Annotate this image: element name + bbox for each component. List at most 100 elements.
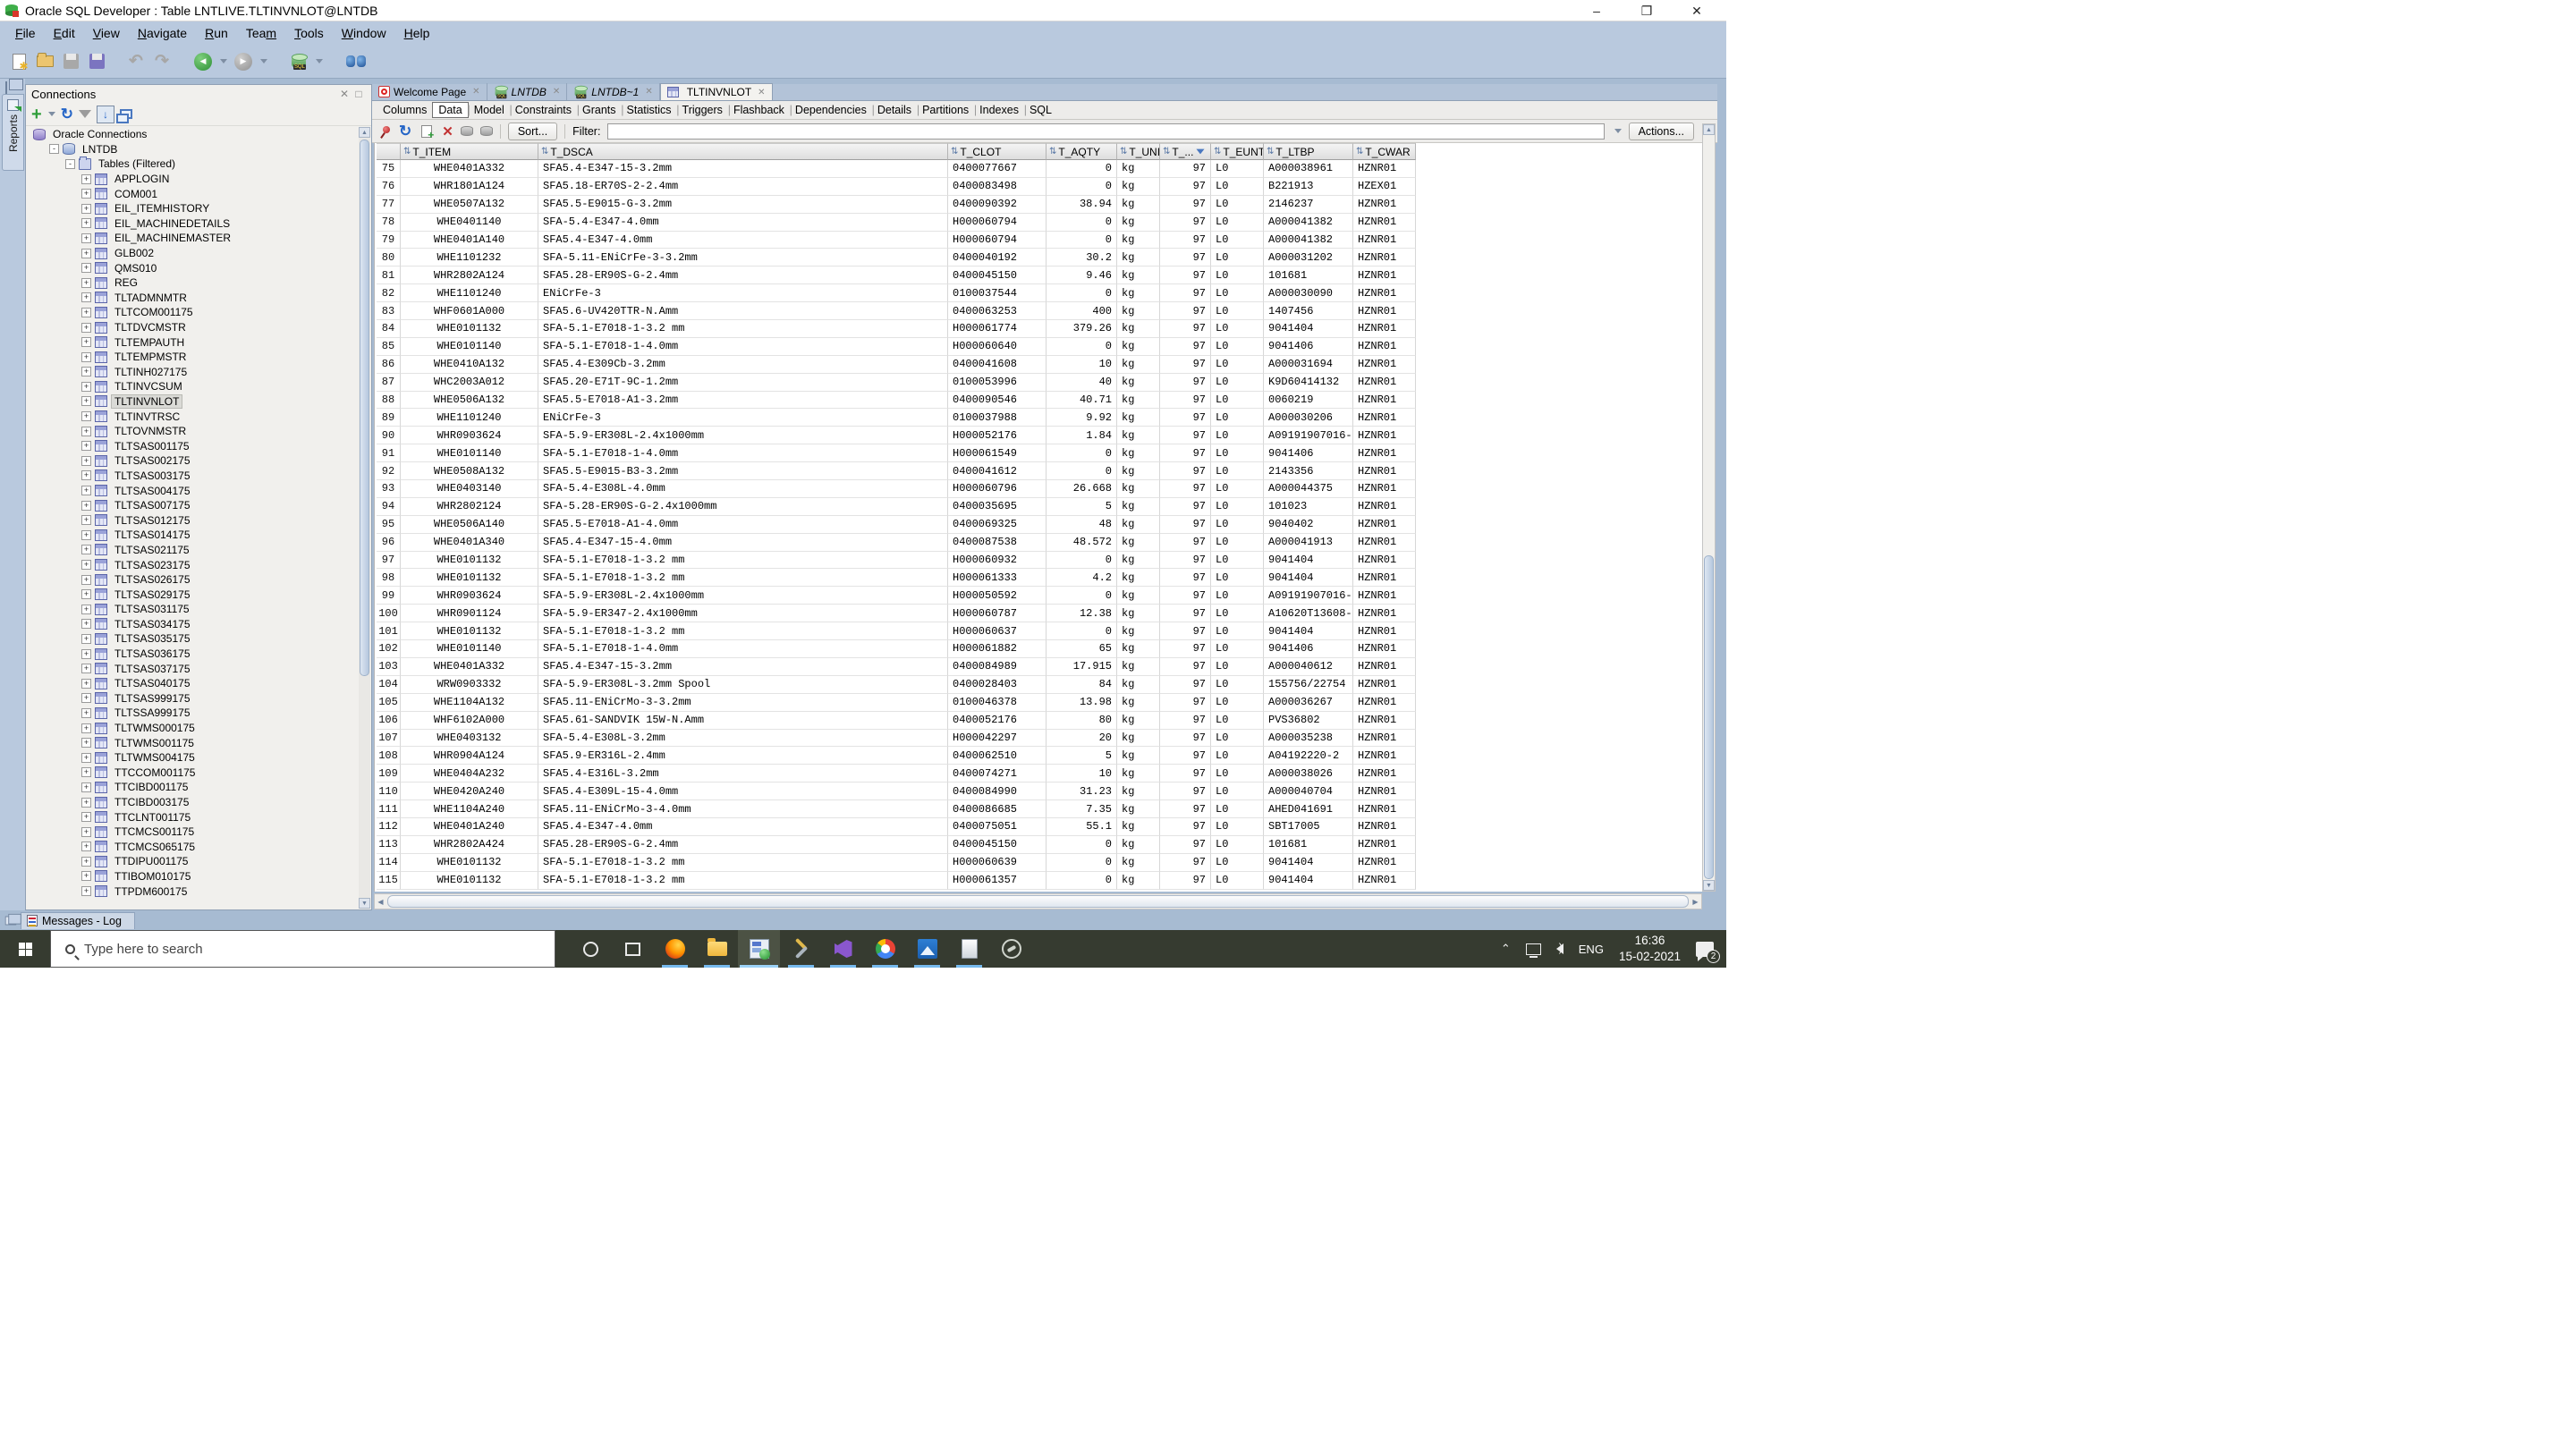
tree-expand-icon[interactable]: + [81,723,91,733]
tree-expand-icon[interactable]: + [81,857,91,867]
grid-cell[interactable]: 0400086685 [948,800,1046,818]
grid-cell[interactable]: SFA5.4-E347-15-3.2mm [538,658,948,676]
tree-item-tltinvcsum[interactable]: +TLTINVCSUM [26,379,359,394]
new-connection-icon[interactable]: + [31,106,42,123]
subtab-details[interactable]: Details [872,103,917,117]
grid-cell[interactable]: L0 [1211,640,1264,658]
redo-icon[interactable]: ↷ [152,52,172,72]
grid-cell[interactable]: kg [1117,498,1160,516]
tree-item-ttpdm600175[interactable]: +TTPDM600175 [26,884,359,899]
grid-cell[interactable]: WHE1104A132 [401,694,538,712]
grid-cell[interactable]: H000060787 [948,605,1046,622]
tree-expand-icon[interactable]: + [81,708,91,718]
taskbar-task-view-icon[interactable] [612,930,654,968]
grid-cell[interactable]: SFA-5.1-E7018-1-3.2 mm [538,320,948,338]
grid-cell[interactable]: SFA-5.1-E7018-1-3.2 mm [538,622,948,640]
grid-cell[interactable]: 97 [1160,196,1211,214]
tree-item-tltadmnmtr[interactable]: +TLTADMNMTR [26,291,359,306]
row-number[interactable]: 78 [377,214,401,232]
tree-expand-icon[interactable]: + [81,589,91,599]
tree-item-ttcmcs001175[interactable]: +TTCMCS001175 [26,825,359,840]
menu-file[interactable]: File [7,24,44,42]
grid-cell[interactable]: kg [1117,658,1160,676]
tree-expand-icon[interactable]: + [81,441,91,451]
grid-cell[interactable]: WHE0420A240 [401,782,538,800]
grid-cell[interactable]: L0 [1211,409,1264,427]
tree-expand-icon[interactable]: + [81,679,91,689]
grid-cell[interactable]: HZNR01 [1353,818,1416,836]
grid-cell[interactable]: kg [1117,338,1160,356]
row-number[interactable]: 110 [377,782,401,800]
sort-arrows-icon[interactable]: ⇅ [1163,147,1170,156]
grid-cell[interactable]: SFA5.4-E309L-15-4.0mm [538,782,948,800]
grid-cell[interactable]: 12.38 [1046,605,1117,622]
reports-panel-tab[interactable]: Reports [2,94,24,171]
grid-cell[interactable]: 0400045150 [948,266,1046,284]
grid-cell[interactable]: 9041404 [1264,569,1353,587]
subtab-dependencies[interactable]: Dependencies [790,103,872,117]
grid-cell[interactable]: 97 [1160,392,1211,410]
grid-cell[interactable]: kg [1117,854,1160,872]
column-header-t-unit[interactable]: ⇅T_UNIT [1117,143,1160,160]
grid-cell[interactable]: 97 [1160,747,1211,765]
grid-cell[interactable]: kg [1117,302,1160,320]
row-number[interactable]: 104 [377,676,401,694]
row-number[interactable]: 102 [377,640,401,658]
grid-cell[interactable]: kg [1117,605,1160,622]
grid-cell[interactable]: L0 [1211,747,1264,765]
grid-cell[interactable]: A000036267 [1264,694,1353,712]
grid-cell[interactable]: SFA5.20-E71T-9C-1.2mm [538,374,948,392]
grid-cell[interactable]: 0100037988 [948,409,1046,427]
grid-cell[interactable]: 2146237 [1264,196,1353,214]
grid-cell[interactable]: 97 [1160,480,1211,498]
grid-cell[interactable]: 0400052176 [948,712,1046,730]
row-number[interactable]: 81 [377,266,401,284]
grid-cell[interactable]: 0400084989 [948,658,1046,676]
grid-cell[interactable]: SFA-5.9-ER347-2.4x1000mm [538,605,948,622]
grid-cell[interactable]: kg [1117,836,1160,854]
grid-cell[interactable]: ENiCrFe-3 [538,284,948,302]
grid-cell[interactable]: 0 [1046,836,1117,854]
grid-cell[interactable]: 97 [1160,232,1211,250]
tree-item-tltwms004175[interactable]: +TLTWMS004175 [26,750,359,766]
freeze-view-pin-icon[interactable] [379,125,392,138]
grid-cell[interactable]: L0 [1211,249,1264,266]
row-number[interactable]: 87 [377,374,401,392]
grid-cell[interactable]: 0100037544 [948,284,1046,302]
grid-cell[interactable]: SFA5.5-E7018-A1-3.2mm [538,392,948,410]
tree-expand-icon[interactable]: + [81,812,91,822]
grid-cell[interactable]: L0 [1211,266,1264,284]
grid-cell[interactable]: A000038961 [1264,160,1353,178]
grid-cell[interactable]: 97 [1160,516,1211,534]
tree-item-eil-machinemaster[interactable]: +EIL_MACHINEMASTER [26,231,359,246]
grid-cell[interactable]: H000050592 [948,587,1046,605]
grid-cell[interactable]: HZNR01 [1353,196,1416,214]
grid-cell[interactable]: L0 [1211,569,1264,587]
grid-cell[interactable]: 97 [1160,284,1211,302]
grid-cell[interactable]: 0 [1046,338,1117,356]
tree-expand-icon[interactable]: + [81,427,91,436]
grid-cell[interactable]: 97 [1160,622,1211,640]
tree-expand-icon[interactable]: + [81,798,91,808]
grid-cell[interactable]: 97 [1160,872,1211,890]
grid-cell[interactable]: WHE0401A332 [401,160,538,178]
grid-cell[interactable]: A000030090 [1264,284,1353,302]
grid-cell[interactable]: 101681 [1264,266,1353,284]
grid-cell[interactable]: 38.94 [1046,196,1117,214]
grid-cell[interactable]: HZNR01 [1353,356,1416,374]
row-number[interactable]: 90 [377,427,401,444]
new-connection-dropdown-icon[interactable] [48,112,55,116]
grid-cell[interactable]: WHR2802124 [401,498,538,516]
grid-cell[interactable]: 97 [1160,765,1211,782]
grid-cell[interactable]: 84 [1046,676,1117,694]
grid-cell[interactable]: HZNR01 [1353,836,1416,854]
grid-cell[interactable]: 1.84 [1046,427,1117,444]
grid-cell[interactable]: L0 [1211,712,1264,730]
back-dropdown-icon[interactable] [220,59,227,63]
grid-cell[interactable]: PVS36802 [1264,712,1353,730]
restore-log-pane-icon[interactable] [5,916,17,925]
row-number[interactable]: 86 [377,356,401,374]
taskbar-lnt-app-icon[interactable] [990,930,1032,968]
sort-arrows-icon[interactable]: ⇅ [541,147,548,156]
grid-scroll-left-icon[interactable]: ◀ [375,898,386,906]
